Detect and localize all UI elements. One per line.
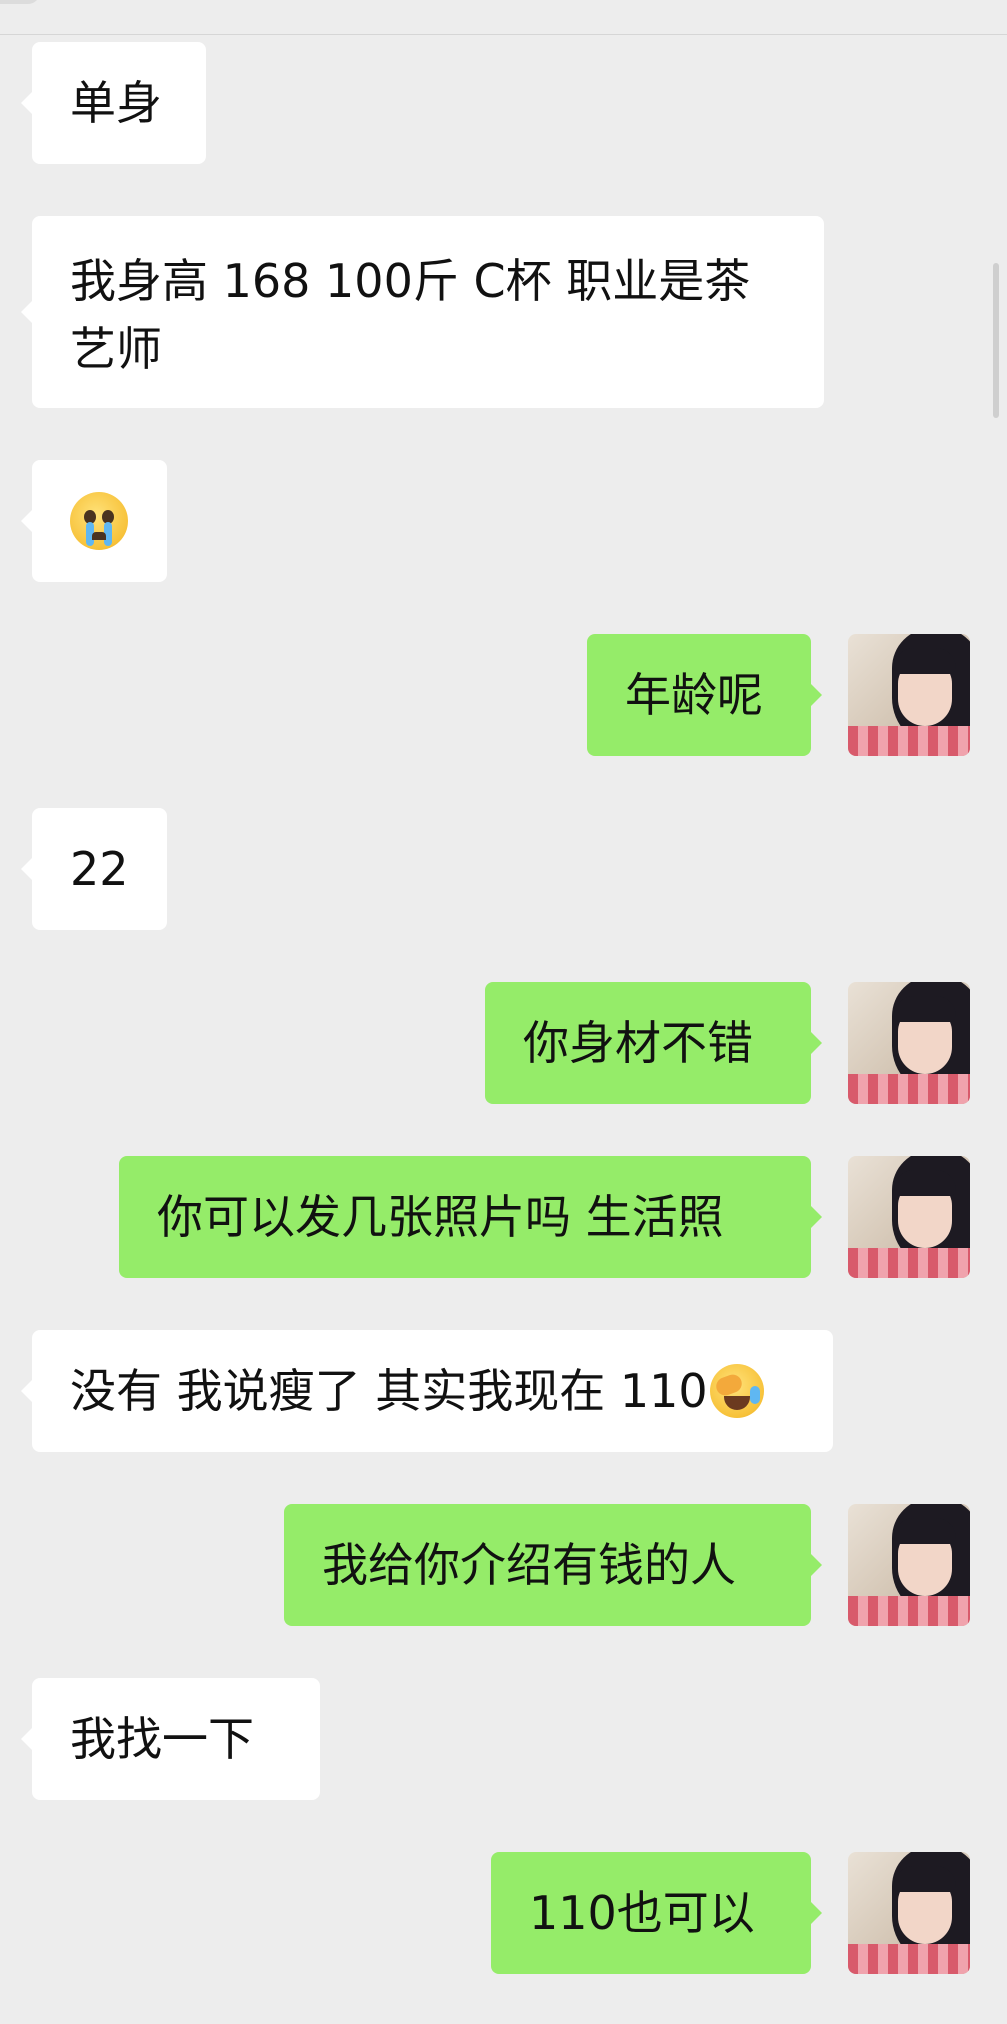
crying-face-emoji-icon <box>70 492 128 550</box>
user-avatar[interactable] <box>848 982 970 1104</box>
incoming-message-bubble[interactable]: 单身 <box>21 42 206 164</box>
incoming-message-bubble[interactable]: 22 <box>21 808 167 930</box>
message-text: 我找一下 <box>70 1712 254 1766</box>
message-text-line: 艺师 <box>70 322 162 376</box>
scrollbar[interactable] <box>993 263 999 418</box>
outgoing-message-bubble[interactable]: 你可以发几张照片吗 生活照 <box>119 1156 822 1278</box>
message-text: 单身 <box>70 76 162 130</box>
top-divider <box>0 0 1007 35</box>
incoming-emoji-bubble[interactable] <box>21 460 167 582</box>
message-text: 22 <box>70 842 129 896</box>
laughing-face-palm-emoji-icon <box>709 1364 764 1418</box>
message-text-line: 我身高 168 100斤 C杯 职业是茶 <box>70 254 751 308</box>
message-text: 年龄呢 <box>625 668 763 722</box>
incoming-message-bubble[interactable]: 我找一下 <box>21 1678 320 1800</box>
user-avatar[interactable] <box>848 1156 970 1278</box>
incoming-message-bubble[interactable]: 我身高 168 100斤 C杯 职业是茶 艺师 <box>21 216 824 408</box>
message-text: 我给你介绍有钱的人 <box>322 1538 736 1592</box>
message-text: 你身材不错 <box>523 1016 753 1070</box>
top-tab-corner <box>0 0 40 4</box>
user-avatar[interactable] <box>848 1504 970 1626</box>
user-avatar[interactable] <box>848 1852 970 1974</box>
outgoing-message-bubble[interactable]: 你身材不错 <box>485 982 822 1104</box>
outgoing-message-bubble[interactable]: 我给你介绍有钱的人 <box>284 1504 822 1626</box>
outgoing-message-bubble[interactable]: 110也可以 <box>491 1852 822 1974</box>
message-text: 没有 我说瘦了 其实我现在 110 <box>70 1364 708 1418</box>
message-text: 110也可以 <box>529 1886 755 1940</box>
incoming-message-bubble[interactable]: 没有 我说瘦了 其实我现在 110 <box>21 1330 833 1452</box>
outgoing-message-bubble[interactable]: 年龄呢 <box>587 634 822 756</box>
user-avatar[interactable] <box>848 634 970 756</box>
message-text: 你可以发几张照片吗 生活照 <box>157 1190 724 1244</box>
